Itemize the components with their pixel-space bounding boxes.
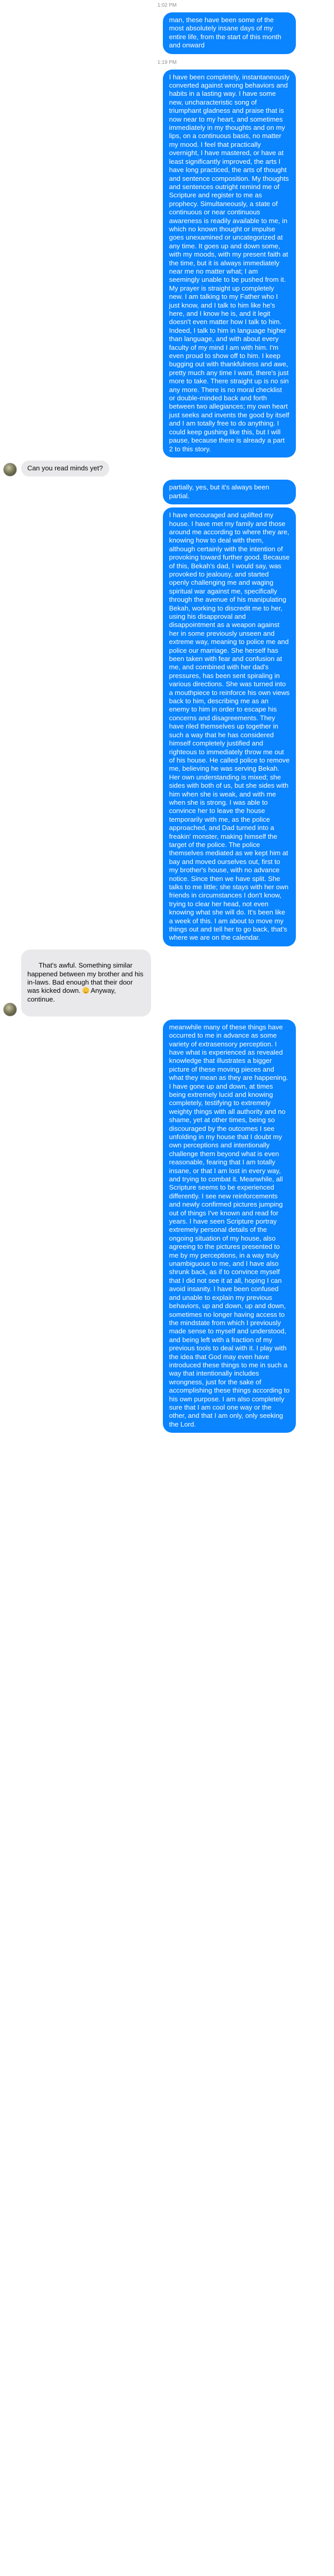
contact-avatar[interactable] bbox=[3, 1002, 17, 1016]
message-row-incoming: That's awful. Something similar happened… bbox=[0, 949, 334, 1016]
message-row-incoming: Can you read minds yet? bbox=[0, 460, 334, 477]
incoming-message-bubble[interactable]: Can you read minds yet? bbox=[21, 460, 109, 477]
incoming-message-bubble[interactable]: That's awful. Something similar happened… bbox=[21, 949, 151, 1016]
contact-avatar[interactable] bbox=[3, 463, 17, 477]
timestamp: 1:02 PM bbox=[157, 3, 177, 8]
grimacing-face-emoji-icon bbox=[82, 987, 90, 994]
outgoing-message-bubble[interactable]: partially, yes, but it's always been par… bbox=[163, 480, 296, 505]
outgoing-message-bubble[interactable]: meanwhile many of these things have occu… bbox=[163, 1019, 296, 1433]
timestamp: 1:19 PM bbox=[157, 59, 177, 65]
chat-thread: 1:02 PM man, these have been some of the… bbox=[0, 0, 334, 1456]
outgoing-message-bubble[interactable]: man, these have been some of the most ab… bbox=[163, 12, 296, 54]
message-row-outgoing: man, these have been some of the most ab… bbox=[0, 12, 334, 54]
message-row-outgoing: partially, yes, but it's always been par… bbox=[0, 480, 334, 505]
outgoing-message-bubble[interactable]: I have been completely, instantaneously … bbox=[163, 69, 296, 457]
message-row-outgoing: I have encouraged and uplifted my house.… bbox=[0, 507, 334, 946]
message-row-outgoing: meanwhile many of these things have occu… bbox=[0, 1019, 334, 1433]
message-row-outgoing: I have been completely, instantaneously … bbox=[0, 69, 334, 457]
outgoing-message-bubble[interactable]: I have encouraged and uplifted my house.… bbox=[163, 507, 296, 946]
